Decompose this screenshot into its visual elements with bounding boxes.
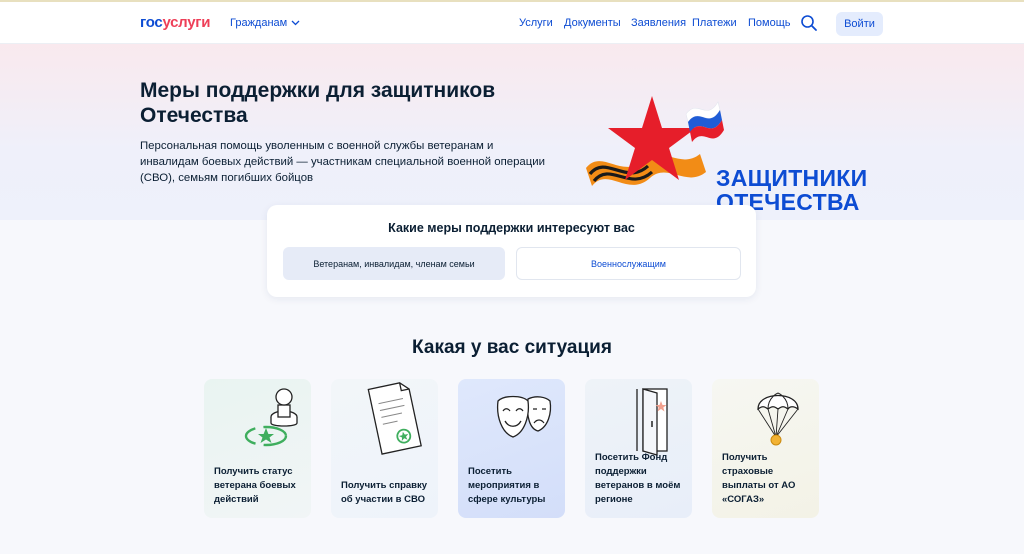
situation-card-culture-events[interactable]: Посетить мероприятия в сфере культуры [458, 379, 565, 518]
situation-card-veterans-fund[interactable]: Посетить Фонд поддержки ветеранов в моём… [585, 379, 692, 518]
defenders-logo-line-1: ЗАЩИТНИКИ [716, 165, 868, 191]
stamp-icon [244, 388, 298, 447]
situation-card-sogaz-payments[interactable]: Получить страховые выплаты от АО «СОГАЗ» [712, 379, 819, 518]
situations-title: Какая у вас ситуация [412, 337, 612, 358]
option-servicemen[interactable]: Военнослужащим [516, 247, 741, 280]
situation-card-label: Получить страховые выплаты от АО «СОГАЗ» [722, 452, 796, 505]
nav-payments[interactable]: Платежи [692, 17, 737, 29]
situation-card-label: Посетить Фонд поддержки ветеранов в моём… [595, 452, 681, 505]
login-button[interactable]: Войти [836, 12, 883, 36]
page-title: Меры поддержки для защитников Отечества [140, 79, 496, 127]
support-type-card: Какие меры поддержки интересуют вас Вете… [267, 205, 756, 297]
nav-documents[interactable]: Документы [564, 17, 621, 29]
gosuslugi-logo[interactable]: госуслуги [140, 14, 210, 31]
parachute-icon [757, 392, 799, 446]
theatre-masks-icon [496, 395, 552, 438]
support-type-title: Какие меры поддержки интересуют вас [388, 221, 635, 235]
top-bar: госуслуги Гражданам Услуги Документы Зая… [0, 0, 1024, 44]
hero-description: Персональная помощь уволенным с военной … [140, 140, 545, 184]
situation-card-label: Получить статус ветерана боевых действий [214, 466, 296, 505]
nav-applications[interactable]: Заявления [631, 17, 686, 29]
situation-card-label: Получить справку об участии в СВО [341, 480, 428, 505]
search-icon[interactable] [800, 14, 818, 32]
option-veterans-family[interactable]: Ветеранам, инвалидам, членам семьи [283, 247, 505, 280]
situation-card-label: Посетить мероприятия в сфере культуры [468, 466, 546, 505]
audience-label: Гражданам [230, 17, 288, 29]
nav-help[interactable]: Помощь [748, 17, 791, 29]
logo-part-1: гос [140, 14, 163, 31]
nav-services[interactable]: Услуги [519, 17, 553, 29]
chevron-down-icon [291, 20, 300, 26]
door-icon [636, 388, 668, 456]
situation-card-veteran-status[interactable]: Получить статус ветерана боевых действий [204, 379, 311, 518]
situation-card-svo-certificate[interactable]: Получить справку об участии в СВО [331, 379, 438, 518]
hero-section: Меры поддержки для защитников Отечества … [0, 44, 1024, 220]
logo-part-2: услуги [162, 14, 211, 31]
audience-dropdown[interactable]: Гражданам [230, 17, 300, 29]
document-icon [367, 382, 422, 455]
